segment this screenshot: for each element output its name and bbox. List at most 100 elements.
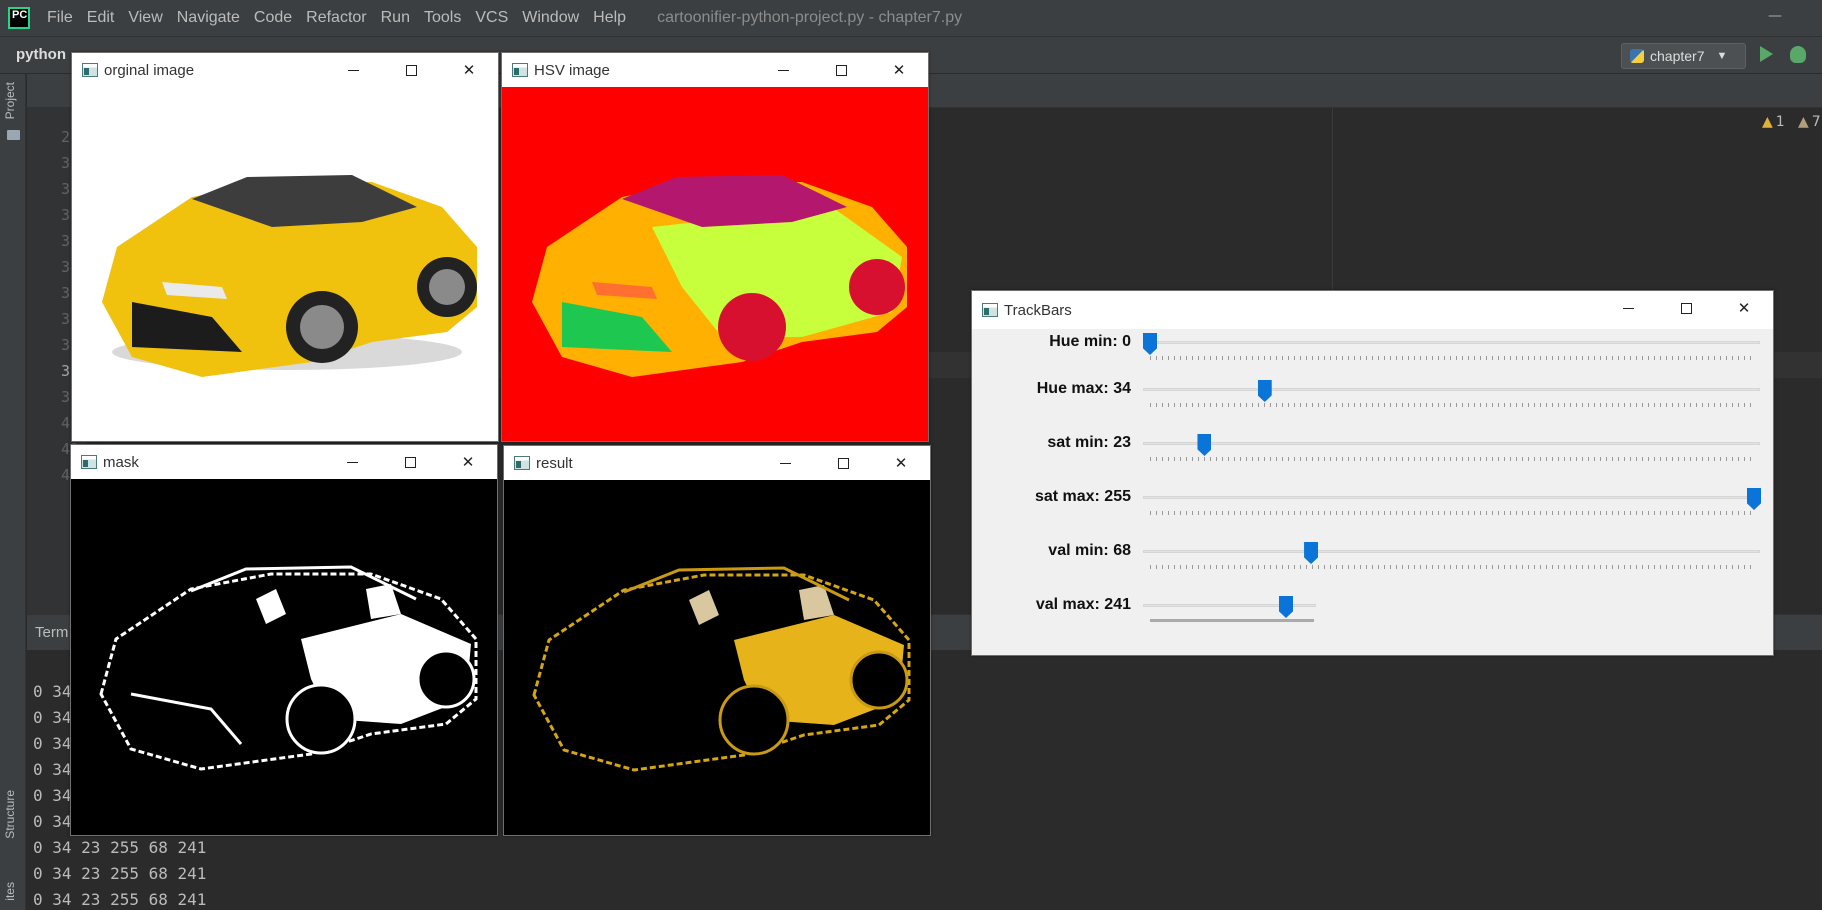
- trackbar-val-min: val min: 68: [972, 538, 1772, 588]
- trackbar-sat-max: sat max: 255: [972, 484, 1772, 534]
- minimize-button[interactable]: [1599, 291, 1657, 325]
- slider-thumb[interactable]: [1143, 333, 1157, 355]
- close-button[interactable]: ✕: [872, 446, 930, 480]
- slider-track[interactable]: [1143, 496, 1760, 499]
- close-button[interactable]: ✕: [1715, 291, 1773, 325]
- trackbar-val-max: val max: 241: [972, 592, 1772, 642]
- menu-window[interactable]: Window: [522, 9, 579, 27]
- maximize-button[interactable]: [814, 446, 872, 480]
- menu-edit[interactable]: Edit: [87, 9, 115, 27]
- structure-tool-tab[interactable]: Structure: [3, 790, 17, 839]
- trackbars-window[interactable]: TrackBars ✕ Hue min: 0 Hue max: 34 sat m…: [971, 290, 1774, 656]
- slider-thumb[interactable]: [1279, 596, 1293, 618]
- weak-warning-count[interactable]: ▲ 7: [1798, 114, 1821, 130]
- maximize-icon: [835, 64, 847, 76]
- window-titlebar[interactable]: TrackBars ✕: [972, 291, 1773, 329]
- close-icon: ✕: [892, 61, 906, 79]
- menu-tools[interactable]: Tools: [424, 9, 461, 27]
- original-image-canvas: [72, 87, 498, 441]
- menu-code[interactable]: Code: [254, 9, 292, 27]
- slider-thumb[interactable]: [1747, 488, 1761, 510]
- minimize-icon: [346, 461, 358, 463]
- trackbar-label: sat min: 23: [1047, 434, 1131, 451]
- breadcrumb[interactable]: python: [16, 46, 66, 63]
- weak-warning-icon: ▲: [1798, 114, 1809, 130]
- result-window[interactable]: result ✕: [503, 445, 931, 836]
- terminal-tab[interactable]: Term: [35, 624, 68, 641]
- run-icon[interactable]: [1760, 46, 1773, 62]
- window-app-icon: [81, 455, 97, 469]
- menu-refactor[interactable]: Refactor: [306, 9, 366, 27]
- window-titlebar[interactable]: HSV image ✕: [502, 53, 928, 87]
- ide-minimize-button[interactable]: —: [1768, 8, 1782, 24]
- minimize-icon: [1622, 307, 1634, 309]
- menu-file[interactable]: File: [47, 9, 73, 27]
- slider-thumb[interactable]: [1257, 380, 1272, 402]
- maximize-button[interactable]: [381, 445, 439, 479]
- window-app-icon: [514, 456, 530, 470]
- result-image-canvas: [504, 480, 930, 835]
- run-configuration-dropdown[interactable]: chapter7 ▼: [1621, 43, 1746, 69]
- debug-icon[interactable]: [1790, 46, 1806, 63]
- trackbar-label: Hue max: 34: [1036, 380, 1131, 397]
- close-button[interactable]: ✕: [440, 53, 498, 87]
- maximize-button[interactable]: [812, 53, 870, 87]
- window-titlebar[interactable]: orginal image ✕: [72, 53, 498, 87]
- python-icon: [1630, 49, 1644, 63]
- window-app-icon: [512, 63, 528, 77]
- window-app-icon: [82, 63, 98, 77]
- minimize-button[interactable]: [756, 446, 814, 480]
- mask-window[interactable]: mask ✕: [70, 444, 498, 836]
- hsv-image-window[interactable]: HSV image ✕: [501, 52, 929, 442]
- trackbars-panel: Hue min: 0 Hue max: 34 sat min: 23 sat m…: [972, 329, 1773, 655]
- window-title: result: [536, 454, 573, 472]
- minimize-button[interactable]: [754, 53, 812, 87]
- menu-vcs[interactable]: VCS: [475, 9, 508, 27]
- minimize-button[interactable]: [323, 445, 381, 479]
- slider-progress-indicator: [1150, 619, 1314, 622]
- maximize-button[interactable]: [1657, 291, 1715, 325]
- terminal-line: 0 34: [33, 812, 72, 831]
- window-title: HSV image: [534, 61, 610, 79]
- original-image-window[interactable]: orginal image ✕: [71, 52, 499, 442]
- menu-view[interactable]: View: [128, 9, 162, 27]
- menu-help[interactable]: Help: [593, 9, 626, 27]
- trackbar-label: val max: 241: [1035, 596, 1131, 613]
- menu-navigate[interactable]: Navigate: [177, 9, 240, 27]
- warning-count[interactable]: ▲ 1: [1762, 114, 1785, 130]
- left-tool-strip: Project Structure ites: [0, 74, 26, 910]
- hsv-car-photo: [532, 175, 907, 377]
- window-title: orginal image: [104, 61, 195, 79]
- terminal-line: 0 34: [33, 734, 72, 753]
- slider-thumb[interactable]: [1304, 542, 1319, 564]
- close-button[interactable]: ✕: [870, 53, 928, 87]
- window-titlebar[interactable]: mask ✕: [71, 445, 497, 479]
- minimize-icon: [779, 462, 791, 464]
- window-app-icon: [982, 303, 998, 317]
- slider-ticks: [1150, 356, 1756, 360]
- slider-ticks: [1150, 565, 1756, 569]
- minimize-button[interactable]: [324, 53, 382, 87]
- window-titlebar[interactable]: result ✕: [504, 446, 930, 480]
- slider-track[interactable]: [1143, 341, 1760, 344]
- folder-icon: [7, 130, 20, 140]
- slider-ticks: [1150, 403, 1756, 407]
- slider-track[interactable]: [1143, 388, 1760, 391]
- hsv-image-canvas: [502, 87, 928, 441]
- ide-window-title: cartoonifier-python-project.py - chapter…: [657, 9, 963, 26]
- trackbar-label: val min: 68: [1048, 542, 1131, 559]
- menu-run[interactable]: Run: [381, 9, 410, 27]
- trackbar-label: sat max: 255: [1034, 488, 1131, 505]
- close-icon: ✕: [462, 61, 476, 79]
- maximize-button[interactable]: [382, 53, 440, 87]
- close-icon: ✕: [1737, 299, 1751, 317]
- close-button[interactable]: ✕: [439, 445, 497, 479]
- favorites-tool-tab[interactable]: ites: [3, 882, 17, 901]
- project-tool-tab[interactable]: Project: [3, 82, 17, 119]
- slider-track[interactable]: [1143, 550, 1760, 553]
- mask-image-canvas: [71, 479, 497, 835]
- terminal-line: 0 34 23 255 68 241: [33, 890, 207, 909]
- window-title: TrackBars: [1004, 301, 1072, 319]
- slider-track[interactable]: [1143, 442, 1760, 445]
- slider-thumb[interactable]: [1197, 434, 1212, 456]
